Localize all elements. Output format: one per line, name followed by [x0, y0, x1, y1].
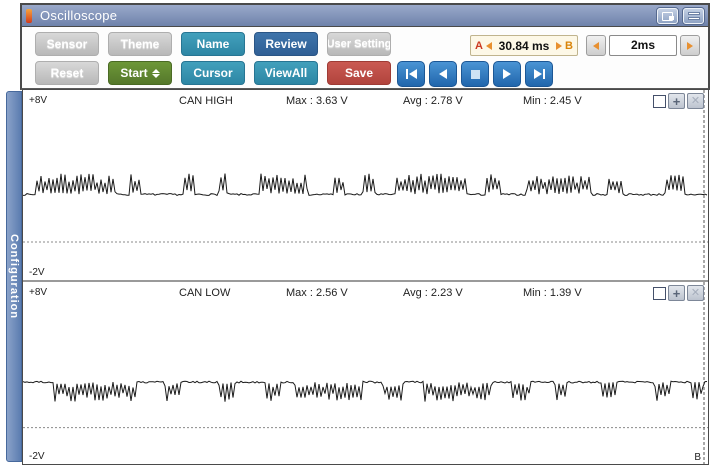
- stop-button[interactable]: [461, 61, 489, 87]
- can-low-waveform: [23, 282, 708, 464]
- ch1-bottom-voltage-label: -2V: [29, 267, 45, 278]
- ch1-select-checkbox[interactable]: [653, 94, 666, 108]
- ch1-max-value: Max : 3.63 V: [286, 95, 348, 107]
- ch1-name-label: CAN HIGH: [179, 95, 233, 107]
- ch2-close-button[interactable]: ✕: [687, 285, 704, 301]
- start-button[interactable]: Start: [108, 61, 172, 85]
- cursor-delta-time-value: 30.84 ms: [498, 38, 550, 53]
- step-back-icon: [439, 69, 447, 79]
- main-area: Configuration +8V CAN HIGH Max : 3.63 V …: [6, 89, 709, 466]
- play-icon: [503, 69, 511, 79]
- playback-controls: [397, 61, 553, 87]
- window-stack-layout-button[interactable]: [683, 7, 704, 24]
- sensor-button[interactable]: Sensor: [35, 32, 99, 56]
- ch2-top-voltage-label: +8V: [29, 287, 48, 298]
- channel-panel-can-low: +8V CAN LOW Max : 2.56 V Avg : 2.23 V Mi…: [23, 282, 708, 464]
- start-spinner-icon: [151, 68, 160, 78]
- review-button[interactable]: Review: [254, 32, 318, 56]
- ch2-name-label: CAN LOW: [179, 287, 231, 299]
- ch1-add-button[interactable]: +: [668, 93, 685, 109]
- ch1-close-button[interactable]: ✕: [687, 93, 704, 109]
- timebase-value: 2ms: [609, 35, 677, 56]
- timebase-control: 2ms: [586, 35, 700, 56]
- ch1-avg-value: Avg : 2.78 V: [403, 95, 463, 107]
- timebase-decrease-button[interactable]: [586, 35, 606, 56]
- ch1-min-value: Min : 2.45 V: [523, 95, 582, 107]
- skip-start-icon: [405, 69, 408, 79]
- cursor-time-readout: A 30.84 ms B: [470, 35, 578, 56]
- user-setting-button[interactable]: User Setting: [327, 32, 391, 56]
- stop-icon: [470, 69, 480, 79]
- window-title: Oscilloscope: [40, 8, 118, 23]
- cursor-a-arrow-icon: [485, 41, 492, 50]
- reset-button[interactable]: Reset: [35, 61, 99, 85]
- theme-button[interactable]: Theme: [108, 32, 172, 56]
- ch2-min-value: Min : 1.39 V: [523, 287, 582, 299]
- can-high-waveform: [23, 90, 708, 280]
- skip-to-end-button[interactable]: [525, 61, 553, 87]
- right-arrow-icon: [687, 41, 693, 50]
- ch2-add-button[interactable]: +: [668, 285, 685, 301]
- window-panel-layout-button[interactable]: [657, 7, 678, 24]
- ch2-select-checkbox[interactable]: [653, 286, 666, 300]
- ch2-avg-value: Avg : 2.23 V: [403, 287, 463, 299]
- cursor-b-position-label: B: [694, 452, 701, 463]
- plus-icon: +: [672, 285, 681, 301]
- cursor-button[interactable]: Cursor: [181, 61, 245, 85]
- skip-to-start-button[interactable]: [397, 61, 425, 87]
- toolbar: Sensor Theme Name Review User Setting Re…: [20, 27, 710, 90]
- cursor-b-marker: B: [565, 39, 573, 52]
- configuration-tab[interactable]: Configuration: [6, 91, 22, 462]
- timebase-increase-button[interactable]: [680, 35, 700, 56]
- left-arrow-icon: [593, 41, 599, 50]
- cursor-a-marker: A: [475, 39, 483, 52]
- step-back-button[interactable]: [429, 61, 457, 87]
- ch2-bottom-voltage-label: -2V: [29, 451, 45, 462]
- plus-icon: +: [672, 93, 681, 109]
- ch1-top-voltage-label: +8V: [29, 95, 48, 106]
- save-button[interactable]: Save: [327, 61, 391, 85]
- close-icon: ✕: [690, 94, 701, 107]
- viewall-button[interactable]: ViewAll: [254, 61, 318, 85]
- skip-end-icon: [533, 69, 542, 79]
- oscilloscope-window: Oscilloscope Sensor Theme Name Review Us…: [0, 0, 713, 475]
- configuration-tab-label: Configuration: [8, 233, 20, 320]
- close-icon: ✕: [690, 286, 701, 299]
- ch2-max-value: Max : 2.56 V: [286, 287, 348, 299]
- cursor-b-arrow-icon: [556, 41, 563, 50]
- stack-layout-icon: [688, 11, 700, 15]
- name-button[interactable]: Name: [181, 32, 245, 56]
- play-button[interactable]: [493, 61, 521, 87]
- app-icon: [26, 8, 32, 23]
- title-bar: Oscilloscope: [20, 3, 710, 27]
- channel-panel-can-high: +8V CAN HIGH Max : 3.63 V Avg : 2.78 V M…: [23, 90, 708, 280]
- channel-panels: +8V CAN HIGH Max : 3.63 V Avg : 2.78 V M…: [22, 89, 709, 465]
